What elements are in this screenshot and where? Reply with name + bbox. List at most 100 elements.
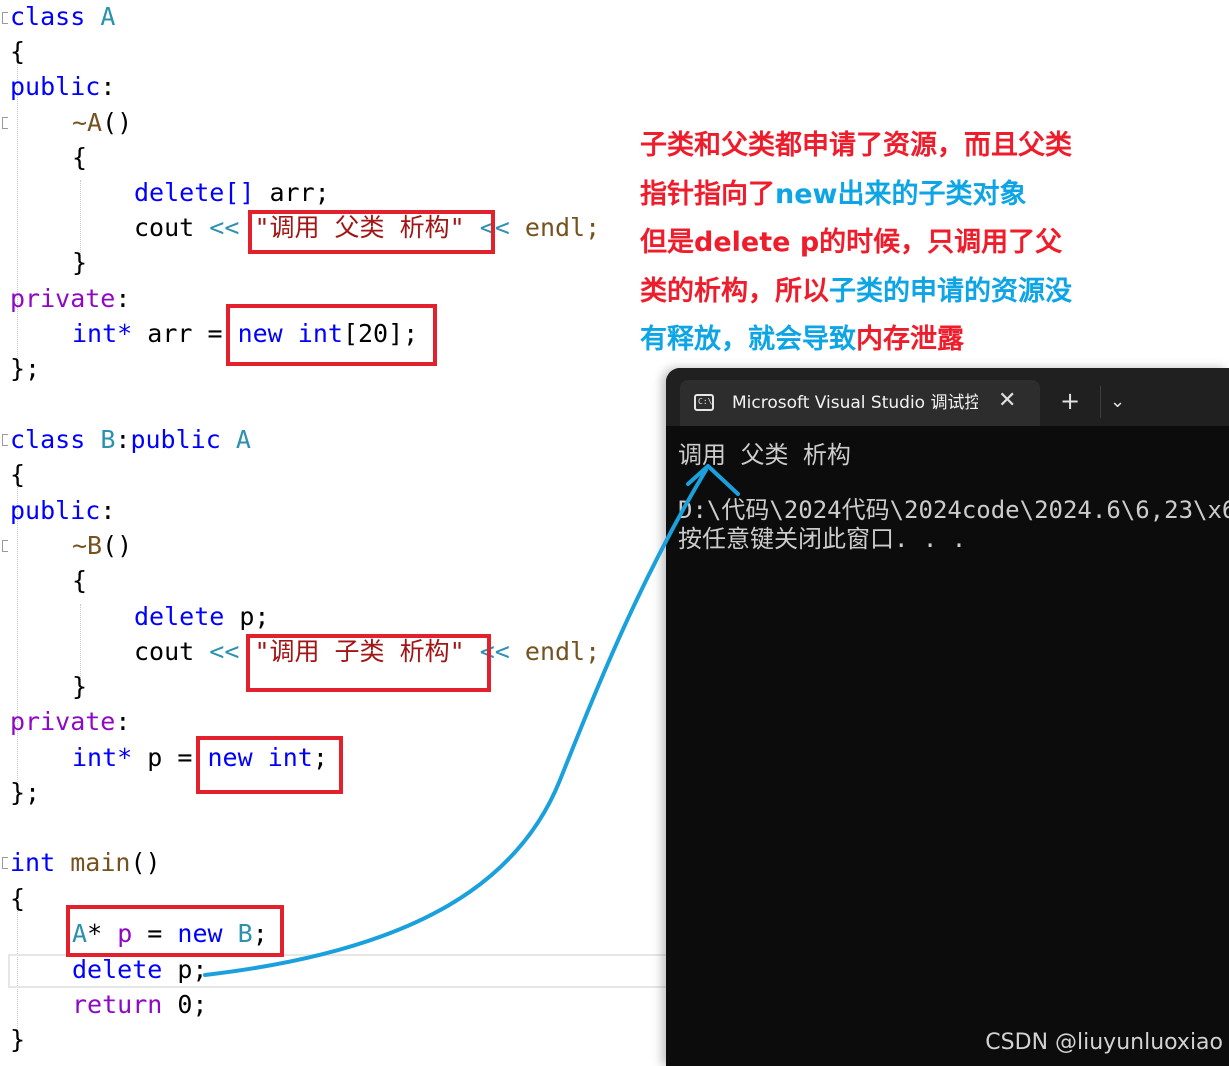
annotation-blue: new出来的子类对象 [775,178,1027,210]
fold-marker[interactable] [2,540,8,552]
code-line[interactable]: { [72,141,87,175]
brace: { [72,566,88,595]
function-name: ~A [72,108,103,137]
code-line[interactable]: }; [10,352,40,386]
code-text: arr = [132,319,238,348]
annotation-red: 指针指向了 [640,178,775,210]
annotation-blue: 子类的申请的资源没 [829,275,1072,307]
highlight-box-string-b [246,634,491,692]
brace: { [72,143,88,172]
indent-guide [17,60,18,376]
code-text: arr; [254,178,330,207]
code-line[interactable]: private: [10,282,130,316]
code-line-delete-p[interactable]: delete p; [72,953,207,987]
identifier: endl; [524,213,601,242]
punct: () [102,531,133,560]
code-line[interactable]: private: [10,705,130,739]
code-line[interactable]: delete p; [134,600,269,634]
type-name: A [100,2,116,31]
brace: } [72,672,88,701]
console-icon-text: C:\ [698,397,713,406]
code-line[interactable]: { [10,882,25,916]
code-text: p; [162,955,208,984]
code-line-main[interactable]: int main() [10,846,161,880]
keyword: public [10,72,101,101]
annotation-red: 类的析构，所以 [640,275,829,307]
annotation-line: 指针指向了new出来的子类对象 [640,171,1120,220]
titlebar-divider [1100,386,1101,418]
keyword: int* [72,319,133,348]
keyword: class [10,2,86,31]
annotation-text: 子类和父类都申请了资源，而且父类 指针指向了new出来的子类对象 但是delet… [640,122,1120,365]
code-editor[interactable]: class A { public: ~A() { delete[] arr; c… [0,0,680,1066]
code-line[interactable]: { [72,564,87,598]
terminal-window[interactable]: C:\ Microsoft Visual Studio 调试控制台 ✕ + ⌄ … [666,368,1229,1066]
punct: () [102,108,133,137]
code-line[interactable]: { [10,458,25,492]
code-line[interactable]: } [72,670,87,704]
annotation-red: 内存泄露 [856,324,964,355]
identifier: cout [134,213,195,242]
annotation-blue: 有释放，就会导致 [640,324,856,355]
punct: : [115,284,131,313]
code-line[interactable]: } [72,246,87,280]
fold-marker[interactable] [2,434,8,446]
punct: : [100,72,116,101]
indent-guide [17,482,18,798]
keyword: private [10,284,116,313]
code-line[interactable]: } [10,1023,25,1057]
highlight-box-new-arr [226,304,437,366]
brace: { [10,37,26,66]
brace: { [10,460,26,489]
tab-title: Microsoft Visual Studio 调试控制台 [732,393,978,413]
code-line-class-a[interactable]: class A [10,0,115,34]
code-line-dtor-a[interactable]: ~A() [72,106,132,140]
code-line[interactable]: public: [10,494,115,528]
code-line[interactable]: return 0; [72,988,207,1022]
keyword: public [10,496,101,525]
annotation-line: 类的析构，所以子类的申请的资源没 [640,268,1120,317]
keyword: delete [72,955,163,984]
close-icon[interactable]: ✕ [998,388,1016,414]
new-tab-button[interactable]: + [1060,386,1080,416]
annotation-line: 有释放，就会导致内存泄露 [640,316,1120,365]
function-name: main [70,848,131,877]
terminal-titlebar[interactable]: C:\ Microsoft Visual Studio 调试控制台 ✕ + ⌄ [666,368,1229,426]
code-text: p; [224,602,270,631]
fold-marker[interactable] [2,12,8,24]
terminal-output-line: D:\代码\2024代码\2024code\2024.6\6,23\x6 [678,496,1229,524]
operator: << [209,637,240,666]
annotation-line: 但是delete p的时候，只调用了父 [640,227,1063,258]
code-line[interactable]: }; [10,776,40,810]
fold-marker[interactable] [2,117,8,129]
highlight-box-new-int [196,736,343,794]
console-icon: C:\ [694,394,714,411]
fold-marker[interactable] [2,857,8,869]
terminal-tab[interactable]: C:\ Microsoft Visual Studio 调试控制台 ✕ [680,380,1040,426]
highlight-box-new-b [66,905,284,957]
code-text: 0; [162,990,208,1019]
terminal-output-line: 按任意键关闭此窗口. . . [678,525,967,553]
brace: }; [10,778,41,807]
chevron-down-icon[interactable]: ⌄ [1110,388,1125,416]
code-line-dtor-b[interactable]: ~B() [72,529,132,563]
identifier: endl; [524,637,601,666]
brace: }; [10,354,41,383]
watermark: CSDN @liuyunluoxiao [985,1030,1223,1055]
keyword: int [10,848,56,877]
type-name: A [235,425,251,454]
keyword: delete[] [134,178,255,207]
operator: << [209,213,240,242]
code-line[interactable]: { [10,35,25,69]
code-line[interactable]: delete[] arr; [134,176,330,210]
keyword: private [10,707,116,736]
terminal-output-line: 调用 父类 析构 [678,441,851,469]
punct: : [115,707,131,736]
code-line-class-b[interactable]: class B:public A [10,423,251,457]
punct: : [115,425,131,454]
type-name: B [100,425,116,454]
code-line[interactable]: public: [10,70,115,104]
brace: } [10,1025,26,1054]
highlight-box-string-a [248,210,495,254]
keyword: return [72,990,163,1019]
